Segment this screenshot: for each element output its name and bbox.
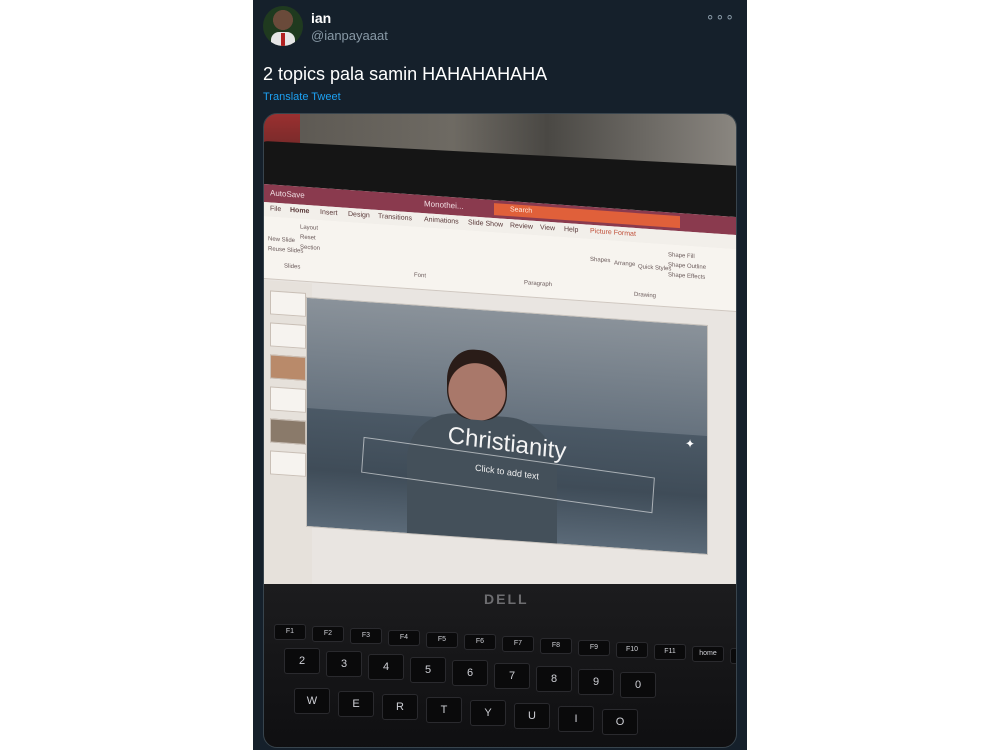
mouse-cursor-icon: ✦ bbox=[685, 436, 696, 452]
tab-help: Help bbox=[564, 225, 579, 234]
key-e: E bbox=[338, 691, 374, 717]
slide-thumbnail bbox=[270, 418, 306, 445]
ribbon-quick-styles: Quick Styles bbox=[638, 264, 672, 273]
ribbon-layout: Layout bbox=[300, 224, 319, 232]
ribbon-drawing-group: Drawing bbox=[634, 291, 657, 300]
user-handle[interactable]: @ianpayaaat bbox=[311, 28, 388, 43]
key-f5: F5 bbox=[426, 632, 458, 648]
ribbon-reset: Reset bbox=[300, 234, 316, 242]
tab-design: Design bbox=[348, 210, 370, 220]
tab-insert: Insert bbox=[320, 208, 338, 218]
key-f3: F3 bbox=[350, 628, 382, 644]
key-f7: F7 bbox=[502, 636, 534, 652]
key-y: Y bbox=[470, 700, 506, 726]
tab-file: File bbox=[270, 205, 282, 214]
translate-tweet-link[interactable]: Translate Tweet bbox=[263, 91, 341, 103]
key-6: 6 bbox=[452, 660, 488, 686]
key-o: O bbox=[602, 709, 638, 735]
key-2: 2 bbox=[284, 648, 320, 674]
tab-animations: Animations bbox=[424, 216, 459, 226]
tweet-card: ian @ianpayaaat ∘∘∘ 2 topics pala samin … bbox=[253, 0, 747, 750]
slide-thumbnails bbox=[264, 280, 312, 604]
key-end: end bbox=[730, 648, 736, 664]
ribbon-paragraph-group: Paragraph bbox=[524, 280, 553, 289]
avatar[interactable] bbox=[263, 6, 303, 46]
more-options-icon[interactable]: ∘∘∘ bbox=[706, 8, 735, 25]
ribbon-font-group: Font bbox=[414, 272, 427, 280]
avatar-tie bbox=[281, 33, 285, 46]
key-home: home bbox=[692, 646, 724, 662]
document-name: Monothei... bbox=[424, 199, 464, 211]
key-f10: F10 bbox=[616, 642, 648, 658]
autosave-label: AutoSave bbox=[270, 188, 305, 200]
key-w: W bbox=[294, 688, 330, 714]
tab-review: Review bbox=[510, 222, 533, 231]
tab-home: Home bbox=[290, 206, 310, 216]
slide-thumbnail bbox=[270, 290, 306, 317]
key-t: T bbox=[426, 697, 462, 723]
key-f6: F6 bbox=[464, 634, 496, 650]
tab-view: View bbox=[540, 224, 556, 233]
slide-thumbnail bbox=[270, 354, 306, 381]
display-name[interactable]: ian bbox=[311, 10, 331, 26]
key-5: 5 bbox=[410, 657, 446, 683]
key-f11: F11 bbox=[654, 644, 686, 660]
laptop-brand-logo: DELL bbox=[484, 591, 529, 607]
key-f9: F9 bbox=[578, 640, 610, 656]
tweet-text: 2 topics pala samin HAHAHAHAHA bbox=[263, 64, 548, 84]
key-i: I bbox=[558, 706, 594, 732]
laptop-keyboard-deck: F1 F2 F3 F4 F5 F6 F7 F8 F9 F10 F11 home … bbox=[264, 584, 736, 747]
key-f2: F2 bbox=[312, 626, 344, 642]
laptop-screen: AutoSave Monothei... Search File Home In… bbox=[264, 184, 736, 638]
key-8: 8 bbox=[536, 666, 572, 692]
key-3: 3 bbox=[326, 651, 362, 677]
key-4: 4 bbox=[368, 654, 404, 680]
ribbon-shape-effects: Shape Effects bbox=[668, 272, 706, 281]
tab-picture-format: Picture Format bbox=[590, 227, 636, 239]
ribbon-shape-fill: Shape Fill bbox=[668, 252, 695, 261]
key-f1: F1 bbox=[274, 624, 306, 640]
key-0: 0 bbox=[620, 672, 656, 698]
key-r: R bbox=[382, 694, 418, 720]
tab-transitions: Transitions bbox=[378, 212, 412, 223]
key-9: 9 bbox=[578, 669, 614, 695]
ribbon-shape-outline: Shape Outline bbox=[668, 262, 707, 271]
ribbon-new-slide: New Slide bbox=[268, 236, 296, 245]
slide-canvas: Christianity Click to add text ✦ bbox=[306, 296, 708, 556]
ribbon-slides-group: Slides bbox=[284, 263, 301, 271]
slide-thumbnail bbox=[270, 450, 306, 477]
key-7: 7 bbox=[494, 663, 530, 689]
ribbon-shapes: Shapes bbox=[590, 256, 611, 265]
slide-photo-person-head bbox=[447, 347, 507, 422]
key-f4: F4 bbox=[388, 630, 420, 646]
tab-slide-show: Slide Show bbox=[468, 219, 504, 229]
slide-thumbnail bbox=[270, 386, 306, 413]
ribbon-arrange: Arrange bbox=[614, 260, 636, 268]
ribbon-reuse-slides: Reuse Slides bbox=[268, 246, 304, 255]
slide-thumbnail bbox=[270, 322, 306, 349]
key-u: U bbox=[514, 703, 550, 729]
tweet-photo[interactable]: AutoSave Monothei... Search File Home In… bbox=[263, 113, 737, 748]
key-f8: F8 bbox=[540, 638, 572, 654]
